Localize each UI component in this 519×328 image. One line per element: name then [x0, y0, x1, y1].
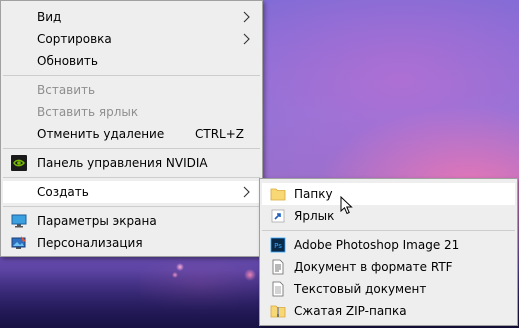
chevron-right-icon — [243, 33, 250, 45]
submenu-item-rtf-label: Документ в формате RTF — [294, 260, 453, 274]
menu-separator — [262, 230, 515, 231]
display-settings-icon — [11, 214, 27, 228]
submenu-item-photoshop-image[interactable]: Ps Adobe Photoshop Image 21 — [262, 234, 515, 256]
nvidia-icon — [11, 155, 27, 171]
menu-separator — [3, 75, 260, 76]
undo-delete-shortcut: CTRL+Z — [194, 127, 244, 141]
menu-separator — [3, 177, 260, 178]
chevron-right-icon — [243, 186, 250, 198]
submenu-item-shortcut[interactable]: Ярлык — [262, 205, 515, 227]
submenu-item-photoshop-label: Adobe Photoshop Image 21 — [294, 238, 460, 252]
menu-item-nvidia-label: Панель управления NVIDIA — [37, 156, 208, 170]
submenu-item-folder[interactable]: Папку — [262, 183, 515, 205]
rtf-document-icon — [272, 259, 284, 275]
menu-item-personalize[interactable]: Персонализация — [3, 232, 260, 254]
menu-item-view-label: Вид — [37, 10, 62, 24]
menu-item-undo-delete[interactable]: Отменить удаление CTRL+Z — [3, 123, 260, 145]
menu-item-display-settings-label: Параметры экрана — [37, 214, 157, 228]
desktop-context-menu: Вид Сортировка Обновить Вставить Вставит… — [0, 0, 263, 257]
menu-item-refresh-label: Обновить — [37, 54, 98, 68]
menu-item-create[interactable]: Создать — [3, 181, 260, 203]
submenu-item-folder-label: Папку — [294, 187, 333, 201]
menu-item-paste-shortcut[interactable]: Вставить ярлык — [3, 101, 260, 123]
photoshop-icon: Ps — [270, 237, 286, 253]
menu-separator — [3, 206, 260, 207]
menu-item-paste[interactable]: Вставить — [3, 79, 260, 101]
zip-folder-icon — [270, 305, 286, 318]
submenu-item-shortcut-label: Ярлык — [294, 209, 335, 223]
chevron-right-icon — [243, 11, 250, 23]
menu-item-sort[interactable]: Сортировка — [3, 28, 260, 50]
menu-item-display-settings[interactable]: Параметры экрана — [3, 210, 260, 232]
submenu-item-rtf-document[interactable]: Документ в формате RTF — [262, 256, 515, 278]
menu-item-create-label: Создать — [37, 185, 89, 199]
menu-item-undo-delete-label: Отменить удаление — [37, 127, 165, 141]
menu-item-sort-label: Сортировка — [37, 32, 112, 46]
menu-item-paste-shortcut-label: Вставить ярлык — [37, 105, 139, 119]
svg-text:Ps: Ps — [274, 242, 282, 250]
menu-separator — [3, 148, 260, 149]
submenu-item-zip-folder[interactable]: Сжатая ZIP-папка — [262, 300, 515, 322]
shortcut-icon — [271, 209, 285, 223]
menu-item-personalize-label: Персонализация — [37, 236, 143, 250]
menu-item-refresh[interactable]: Обновить — [3, 50, 260, 72]
menu-item-nvidia-control-panel[interactable]: Панель управления NVIDIA — [3, 152, 260, 174]
menu-item-paste-label: Вставить — [37, 83, 96, 97]
create-submenu: Папку Ярлык Ps Adobe Photoshop Image 21 … — [259, 178, 518, 326]
submenu-item-text-document[interactable]: Текстовый документ — [262, 278, 515, 300]
menu-item-view[interactable]: Вид — [3, 6, 260, 28]
submenu-item-text-document-label: Текстовый документ — [294, 282, 427, 296]
submenu-item-zip-label: Сжатая ZIP-папка — [294, 304, 407, 318]
folder-icon — [270, 188, 286, 201]
mouse-cursor-icon — [340, 196, 353, 215]
personalize-icon — [11, 236, 26, 249]
text-document-icon — [272, 281, 284, 297]
